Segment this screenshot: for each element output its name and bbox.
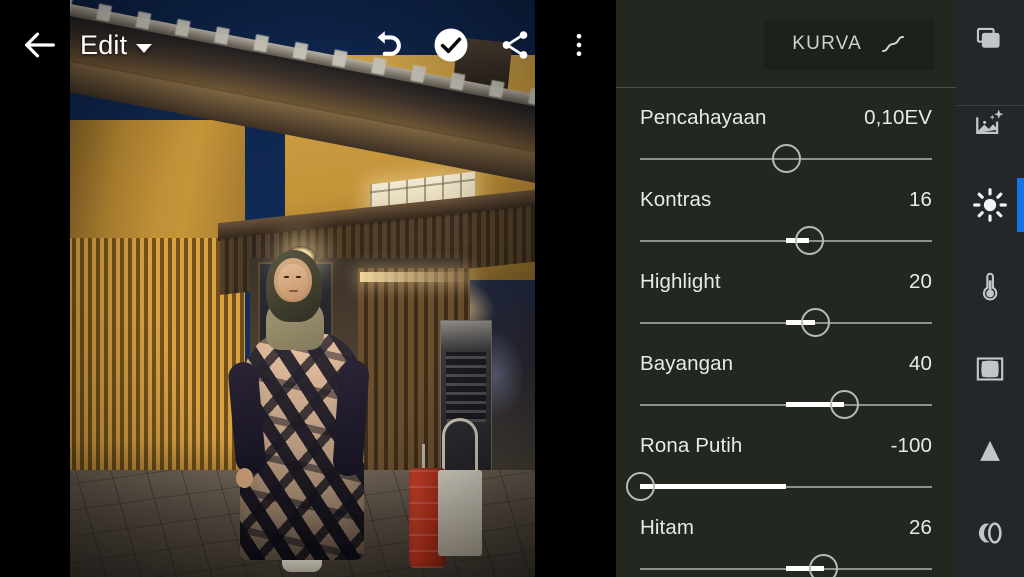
lens-optics-icon — [973, 516, 1007, 550]
brightness-sun-icon — [972, 187, 1008, 223]
slider-label: Bayangan — [640, 352, 734, 375]
confirm-button[interactable] — [420, 14, 482, 76]
photo-person-hand — [236, 468, 253, 488]
three-dots-vertical-icon — [564, 28, 594, 62]
caret-down-icon — [136, 44, 153, 53]
slider-knob[interactable] — [829, 390, 859, 419]
rail-item-auto-enhance[interactable] — [956, 82, 1024, 164]
rail-item-color[interactable] — [956, 246, 1024, 328]
slider-track-wrapper[interactable] — [640, 306, 932, 340]
back-button[interactable] — [8, 15, 72, 75]
slider-row[interactable]: Pencahayaan 0,10EV — [616, 92, 956, 174]
slider-value: 26 — [908, 516, 932, 539]
rail-item-effects[interactable] — [956, 328, 1024, 410]
slider-row[interactable]: Bayangan 40 — [616, 338, 956, 420]
slider-header: Pencahayaan 0,10EV — [640, 106, 932, 130]
slider-row[interactable]: Hitam 26 — [616, 502, 956, 577]
triangle-detail-icon — [974, 435, 1006, 467]
photo-tote-bag — [438, 470, 482, 556]
photo-person-face — [278, 264, 308, 300]
photo-person-eye-right — [296, 276, 301, 278]
top-toolbar: Edit — [0, 0, 616, 90]
slider-knob[interactable] — [771, 144, 801, 173]
slider-label: Rona Putih — [640, 434, 743, 457]
slider-value: -100 — [890, 434, 932, 457]
magic-photo-icon — [973, 106, 1007, 140]
slider-label: Pencahayaan — [640, 106, 767, 129]
rail-item-layers[interactable] — [956, 0, 1024, 82]
slider-track-wrapper[interactable] — [640, 552, 932, 577]
photo-tote-strap — [442, 418, 478, 474]
photo-editor-app: Edit KURVA Pencahayaan 0,10EV Kontras 16… — [0, 0, 1024, 577]
overflow-menu-button[interactable] — [548, 14, 610, 76]
thermometer-icon — [974, 271, 1006, 303]
edit-title-dropdown[interactable]: Edit — [80, 29, 153, 61]
slider-knob[interactable] — [794, 226, 824, 255]
photo-vending-slots — [446, 352, 486, 422]
share-button[interactable] — [484, 14, 546, 76]
s-curve-icon — [880, 33, 906, 55]
photo-person-eye-left — [284, 276, 289, 278]
slider-knob[interactable] — [809, 554, 839, 577]
tool-rail — [956, 0, 1024, 577]
edit-panel: KURVA Pencahayaan 0,10EV Kontras 16 Highligh… — [616, 0, 956, 577]
slider-row[interactable]: Highlight 20 — [616, 256, 956, 338]
slider-track-wrapper[interactable] — [625, 470, 932, 504]
check-circle-icon — [433, 27, 469, 63]
slider-track-wrapper[interactable] — [640, 388, 932, 422]
slider-header: Rona Putih -100 — [640, 434, 932, 458]
slider-knob[interactable] — [625, 472, 655, 501]
slider-track-wrapper[interactable] — [640, 224, 932, 258]
crop-frame-icon — [973, 352, 1007, 386]
photo-person-mouth — [289, 290, 298, 292]
top-toolbar-actions — [356, 14, 616, 76]
slider-list: Pencahayaan 0,10EV Kontras 16 Highlight 20 Bay… — [616, 88, 956, 577]
slider-header: Highlight 20 — [640, 270, 932, 294]
slider-label: Kontras — [640, 188, 712, 211]
undo-button[interactable] — [356, 14, 418, 76]
slider-fill — [640, 484, 786, 489]
rail-item-light[interactable] — [956, 164, 1024, 246]
slider-value: 40 — [908, 352, 932, 375]
page-title: Edit — [80, 29, 128, 60]
curve-button[interactable]: KURVA — [764, 18, 934, 70]
slider-label: Highlight — [640, 270, 721, 293]
arrow-left-icon — [20, 25, 60, 65]
slider-row[interactable]: Rona Putih -100 — [616, 420, 956, 502]
layers-copy-icon — [973, 24, 1007, 58]
undo-arrow-icon — [368, 26, 406, 64]
slider-value: 20 — [908, 270, 932, 293]
curve-button-label: KURVA — [792, 32, 862, 54]
slider-value: 0,10EV — [864, 106, 932, 129]
panel-header: KURVA — [616, 0, 956, 88]
slider-knob[interactable] — [800, 308, 830, 337]
slider-value: 16 — [908, 188, 932, 211]
rail-item-optics[interactable] — [956, 492, 1024, 574]
photo-person — [227, 250, 380, 577]
photo-canvas[interactable]: Edit — [0, 0, 616, 577]
slider-track-wrapper[interactable] — [640, 142, 932, 176]
rail-item-detail[interactable] — [956, 410, 1024, 492]
slider-row[interactable]: Kontras 16 — [616, 174, 956, 256]
slider-header: Hitam 26 — [640, 516, 932, 540]
slider-label: Hitam — [640, 516, 695, 539]
slider-header: Kontras 16 — [640, 188, 932, 212]
slider-header: Bayangan 40 — [640, 352, 932, 376]
share-icon — [498, 28, 532, 62]
